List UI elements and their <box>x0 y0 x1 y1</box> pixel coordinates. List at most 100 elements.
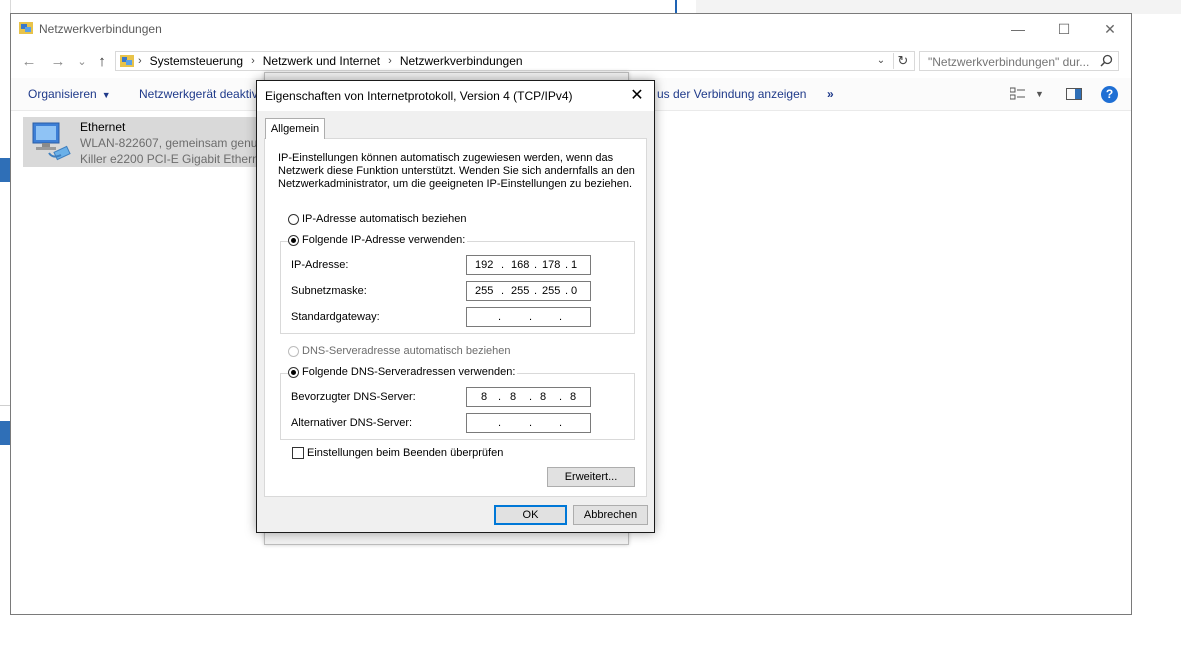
dialog-close-button[interactable]: ✕ <box>624 84 650 108</box>
subnet-mask-field[interactable]: 255 . 255 . 255 . 0 <box>466 281 591 301</box>
breadcrumb-item[interactable]: Netzwerkverbindungen <box>400 54 523 68</box>
search-icon[interactable] <box>1100 54 1113 67</box>
checkbox[interactable] <box>292 447 304 459</box>
octet: 192 <box>475 259 494 271</box>
ok-button[interactable]: OK <box>494 505 567 525</box>
disable-device-button[interactable]: Netzwerkgerät deaktiv <box>139 87 258 101</box>
octet: 8 <box>481 391 488 403</box>
octet: 1 <box>571 259 578 271</box>
octet-dot: . <box>529 391 533 403</box>
view-status-button[interactable]: us der Verbindung anzeigen <box>657 87 806 101</box>
recent-locations-icon[interactable]: ⌄ <box>72 53 92 71</box>
dns-auto-radio[interactable]: DNS-Serveradresse automatisch beziehen <box>288 345 511 357</box>
alternate-dns-label: Alternativer DNS-Server: <box>291 417 413 429</box>
octet-dot: . <box>534 259 538 271</box>
radio-button[interactable] <box>288 213 299 225</box>
octet-dot: . <box>498 391 502 403</box>
ip-address-field[interactable]: 192 . 168 . 178 . 1 <box>466 255 591 275</box>
tab-panel-general: IP-Einstellungen können automatisch zuge… <box>264 138 647 497</box>
advanced-button[interactable]: Erweitert... <box>547 467 635 487</box>
connection-network: WLAN-822607, gemeinsam genut <box>80 136 261 150</box>
search-box[interactable] <box>919 51 1119 71</box>
octet: 255 <box>511 285 530 297</box>
breadcrumb-separator: › <box>251 55 255 67</box>
change-view-icon[interactable] <box>1010 87 1026 101</box>
octet-dot: . <box>501 259 505 271</box>
octet-dot: . <box>559 311 563 323</box>
ip-auto-label: IP-Adresse automatisch beziehen <box>302 213 467 225</box>
radio-button-selected[interactable] <box>288 234 299 246</box>
background-divider <box>675 0 677 14</box>
dns-auto-label: DNS-Serveradresse automatisch beziehen <box>302 345 511 357</box>
radio-button-disabled[interactable] <box>288 345 299 357</box>
octet: 168 <box>511 259 530 271</box>
organize-label: Organisieren <box>28 87 97 101</box>
octet-dot: . <box>565 259 569 271</box>
ip-manual-label: Folgende IP-Adresse verwenden: <box>302 234 466 246</box>
background-highlight-bar <box>0 158 10 182</box>
gateway-label: Standardgateway: <box>291 311 380 323</box>
octet-dot: . <box>498 311 502 323</box>
preferred-dns-field[interactable]: 8 . 8 . 8 . 8 <box>466 387 591 407</box>
breadcrumb: › Systemsteuerung › Netzwerk und Interne… <box>138 54 523 68</box>
control-panel-icon <box>120 55 134 67</box>
octet-dot: . <box>498 417 502 429</box>
dns-manual-label: Folgende DNS-Serveradressen verwenden: <box>302 366 516 378</box>
address-bar[interactable]: › Systemsteuerung › Netzwerk und Interne… <box>115 51 915 71</box>
octet-dot: . <box>529 311 533 323</box>
dialog-title-bar: Eigenschaften von Internetprotokoll, Ver… <box>257 81 654 111</box>
up-arrow-icon[interactable]: ↑ <box>92 53 112 71</box>
chevron-down-icon[interactable]: ⌄ <box>872 53 890 69</box>
title-bar: Netzwerkverbindungen — ☐ ✕ <box>11 14 1131 45</box>
octet-dot: . <box>534 285 538 297</box>
list-item-ethernet[interactable]: Ethernet WLAN-822607, gemeinsam genut Ki… <box>23 117 265 167</box>
ip-address-label: IP-Adresse: <box>291 259 349 271</box>
description-text: IP-Einstellungen können automatisch zuge… <box>278 152 635 190</box>
ip-auto-radio[interactable]: IP-Adresse automatisch beziehen <box>288 213 466 225</box>
breadcrumb-item[interactable]: Systemsteuerung <box>150 54 243 68</box>
minimize-button[interactable]: — <box>995 14 1041 44</box>
cancel-button[interactable]: Abbrechen <box>573 505 648 525</box>
ipv4-properties-dialog: Eigenschaften von Internetprotokoll, Ver… <box>256 80 655 533</box>
background-highlight-bar <box>0 421 10 445</box>
more-commands-icon[interactable]: » <box>827 87 834 101</box>
breadcrumb-item[interactable]: Netzwerk und Internet <box>263 54 380 68</box>
breadcrumb-separator: › <box>138 55 142 67</box>
octet: 178 <box>542 259 561 271</box>
maximize-button[interactable]: ☐ <box>1041 14 1087 44</box>
breadcrumb-separator: › <box>388 55 392 67</box>
ethernet-adapter-icon <box>32 122 71 161</box>
forward-arrow-icon[interactable]: → <box>48 53 68 71</box>
connection-name: Ethernet <box>80 120 126 134</box>
dns-manual-radio[interactable]: Folgende DNS-Serveradressen verwenden: <box>288 366 518 378</box>
tab-allgemein[interactable]: Allgemein <box>265 118 325 139</box>
back-arrow-icon[interactable]: ← <box>19 53 39 71</box>
radio-button-selected[interactable] <box>288 366 299 378</box>
ip-manual-radio[interactable]: Folgende IP-Adresse verwenden: <box>288 234 468 246</box>
network-connections-icon <box>19 22 33 34</box>
background-window-right <box>696 0 1181 14</box>
octet: 8 <box>570 391 577 403</box>
subnet-mask-label: Subnetzmaske: <box>291 285 367 297</box>
validate-on-exit-label: Einstellungen beim Beenden überprüfen <box>307 447 504 459</box>
octet-dot: . <box>565 285 569 297</box>
help-icon[interactable]: ? <box>1101 86 1118 103</box>
octet-dot: . <box>501 285 505 297</box>
chevron-down-icon: ▼ <box>101 90 111 100</box>
octet: 8 <box>540 391 547 403</box>
octet-dot: . <box>529 417 533 429</box>
alternate-dns-field[interactable]: . . . <box>466 413 591 433</box>
gateway-field[interactable]: . . . <box>466 307 591 327</box>
octet: 0 <box>571 285 578 297</box>
octet-dot: . <box>559 391 563 403</box>
refresh-icon[interactable]: ↻ <box>893 53 912 69</box>
organize-menu[interactable]: Organisieren ▼ <box>28 87 111 101</box>
dialog-title: Eigenschaften von Internetprotokoll, Ver… <box>265 89 573 103</box>
close-button[interactable]: ✕ <box>1087 14 1133 44</box>
octet: 8 <box>510 391 517 403</box>
preview-pane-icon[interactable] <box>1066 87 1082 101</box>
search-input[interactable] <box>926 53 1100 71</box>
validate-on-exit-checkbox[interactable]: Einstellungen beim Beenden überprüfen <box>292 447 503 459</box>
octet: 255 <box>542 285 561 297</box>
chevron-down-icon[interactable]: ▼ <box>1035 89 1044 99</box>
